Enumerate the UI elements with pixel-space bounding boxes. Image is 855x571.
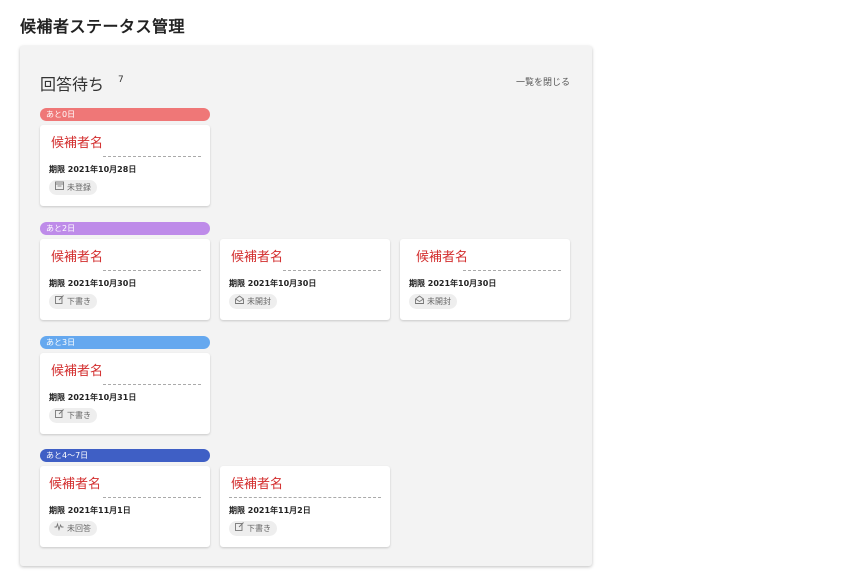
deadline-text: 期限 2021年10月30日 xyxy=(409,279,497,288)
candidate-card[interactable]: 候補者名 期限 2021年10月30日 未開封 xyxy=(400,239,570,320)
panel-count: 7 xyxy=(118,75,124,85)
deadline-group-label: あと4〜7日 xyxy=(40,449,210,462)
candidate-card[interactable]: 候補者名 期限 2021年11月1日 未回答 xyxy=(40,466,210,547)
divider xyxy=(103,384,201,385)
divider xyxy=(229,497,381,498)
divider xyxy=(103,156,201,157)
close-list-button[interactable]: 一覧を閉じる xyxy=(516,75,570,88)
status-badge: 未開封 xyxy=(229,294,277,309)
deadline-text: 期限 2021年11月2日 xyxy=(229,506,311,515)
status-label: 未開封 xyxy=(427,297,451,306)
status-badge: 未登録 xyxy=(49,180,97,195)
status-badge: 下書き xyxy=(49,408,97,423)
calendar-icon xyxy=(54,180,64,195)
page-title: 候補者ステータス管理 xyxy=(20,17,186,36)
deadline-text: 期限 2021年10月30日 xyxy=(229,279,317,288)
deadline-group-label: あと2日 xyxy=(40,222,210,235)
deadline-text: 期限 2021年10月28日 xyxy=(49,165,137,174)
mail-icon xyxy=(234,294,244,309)
candidate-card[interactable]: 候補者名 期限 2021年10月30日 未開封 xyxy=(220,239,390,320)
candidate-name: 候補者名 xyxy=(231,477,284,492)
candidate-name: 候補者名 xyxy=(51,364,104,379)
candidate-name: 候補者名 xyxy=(51,250,104,265)
status-badge: 未回答 xyxy=(49,521,97,536)
status-badge: 未開封 xyxy=(409,294,457,309)
activity-icon xyxy=(54,521,64,536)
candidate-card[interactable]: 候補者名 期限 2021年11月2日 下書き xyxy=(220,466,390,547)
divider xyxy=(463,270,561,271)
deadline-text: 期限 2021年11月1日 xyxy=(49,506,131,515)
status-label: 未登録 xyxy=(67,183,91,192)
status-badge: 下書き xyxy=(49,294,97,309)
status-label: 下書き xyxy=(67,411,91,420)
candidate-name: 候補者名 xyxy=(231,250,284,265)
status-label: 未開封 xyxy=(247,297,271,306)
status-label: 未回答 xyxy=(67,524,91,533)
candidate-card[interactable]: 候補者名 期限 2021年10月31日 下書き xyxy=(40,353,210,434)
candidate-card[interactable]: 候補者名 期限 2021年10月28日 未登録 xyxy=(40,125,210,206)
status-badge: 下書き xyxy=(229,521,277,536)
status-label: 下書き xyxy=(247,524,271,533)
deadline-group-label: あと3日 xyxy=(40,336,210,349)
deadline-group-label: あと0日 xyxy=(40,108,210,121)
draft-icon xyxy=(234,521,244,536)
candidate-name: 候補者名 xyxy=(51,136,104,151)
deadline-text: 期限 2021年10月31日 xyxy=(49,393,137,402)
divider xyxy=(103,270,201,271)
candidate-name: 候補者名 xyxy=(416,250,469,265)
mail-icon xyxy=(414,294,424,309)
deadline-text: 期限 2021年10月30日 xyxy=(49,279,137,288)
panel-title: 回答待ち xyxy=(40,75,105,94)
awaiting-response-panel: 回答待ち 7 一覧を閉じる あと0日 候補者名 期限 2021年10月28日 未… xyxy=(20,46,592,566)
divider xyxy=(103,497,201,498)
status-label: 下書き xyxy=(67,297,91,306)
draft-icon xyxy=(54,294,64,309)
divider xyxy=(283,270,381,271)
candidate-name: 候補者名 xyxy=(49,477,102,492)
draft-icon xyxy=(54,408,64,423)
candidate-card[interactable]: 候補者名 期限 2021年10月30日 下書き xyxy=(40,239,210,320)
